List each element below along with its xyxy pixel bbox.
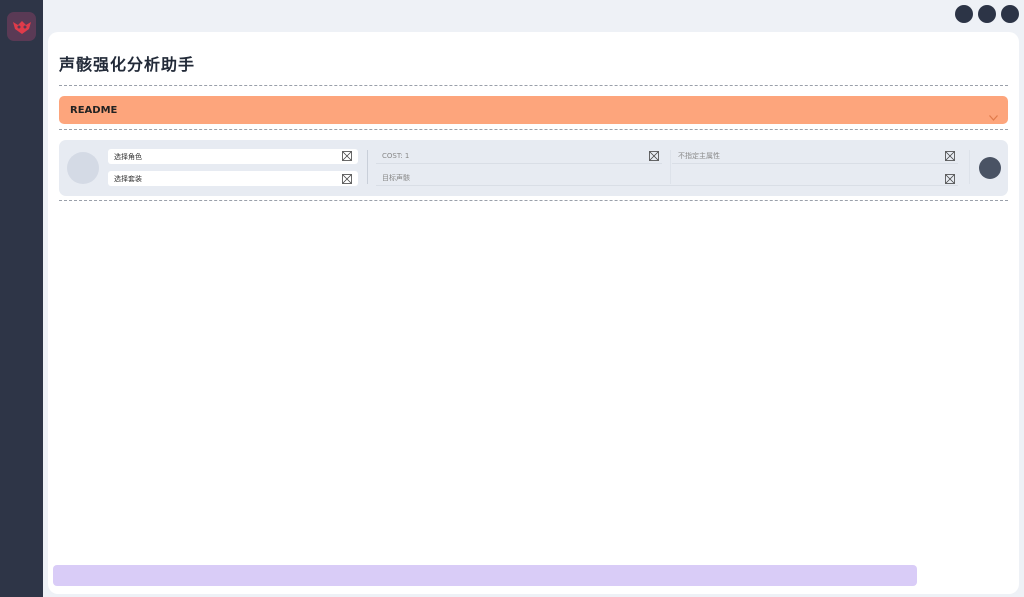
action-button[interactable] <box>979 157 1001 179</box>
main-stat-select-placeholder: 不指定主属性 <box>678 152 720 160</box>
cost-select[interactable]: COST: 1 <box>376 149 662 164</box>
maximize-button[interactable] <box>978 5 996 23</box>
vertical-divider <box>969 150 970 184</box>
clear-x-icon[interactable] <box>945 151 955 161</box>
character-select-placeholder: 选择角色 <box>114 152 142 161</box>
app-logo-icon[interactable] <box>7 12 36 41</box>
avatar[interactable] <box>67 152 99 184</box>
sidebar <box>0 0 43 597</box>
main-card: 声骸强化分析助手 README 选择角色 选择套装 COST: 1 不指定主属性… <box>48 32 1019 594</box>
cost-select-placeholder: COST: 1 <box>382 152 410 160</box>
divider <box>59 85 1008 86</box>
page-title: 声骸强化分析助手 <box>59 55 196 74</box>
divider <box>59 200 1008 201</box>
main-stat-select[interactable]: 不指定主属性 <box>672 149 958 164</box>
window-controls <box>955 5 1019 23</box>
readme-label: README <box>70 104 118 116</box>
bottom-bar[interactable] <box>53 565 917 586</box>
target-echo-select[interactable]: 目标声骸 <box>376 171 958 186</box>
clear-x-icon[interactable] <box>945 174 955 184</box>
character-select[interactable]: 选择角色 <box>108 149 358 164</box>
target-echo-select-placeholder: 目标声骸 <box>382 174 410 182</box>
vertical-divider <box>367 150 368 184</box>
clear-x-icon[interactable] <box>342 174 352 184</box>
echo-config-panel: 选择角色 选择套装 COST: 1 不指定主属性 目标声骸 <box>59 140 1008 196</box>
set-select[interactable]: 选择套装 <box>108 171 358 186</box>
minimize-button[interactable] <box>955 5 973 23</box>
close-button[interactable] <box>1001 5 1019 23</box>
readme-accordion[interactable]: README <box>59 96 1008 124</box>
chevron-down-icon <box>989 106 998 125</box>
clear-x-icon[interactable] <box>649 151 659 161</box>
set-select-placeholder: 选择套装 <box>114 174 142 183</box>
divider <box>59 129 1008 130</box>
clear-x-icon[interactable] <box>342 151 352 161</box>
